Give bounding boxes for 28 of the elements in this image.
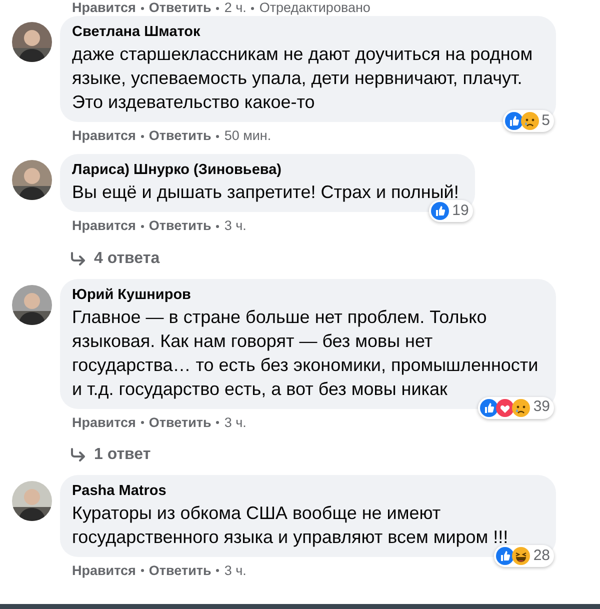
like-link[interactable]: Нравится <box>72 216 136 236</box>
reply-arrow-icon <box>70 252 86 266</box>
replies-link[interactable]: 4 ответа <box>70 246 160 270</box>
replies-link[interactable]: 1 ответ <box>70 442 151 467</box>
author-name[interactable]: Юрий Кушниров <box>72 284 544 304</box>
reaction-summary[interactable]: 5 <box>502 110 554 132</box>
author-name[interactable]: Pasha Matros <box>72 480 544 501</box>
timestamp-link[interactable]: 3 ч. <box>224 216 246 236</box>
timestamp-link[interactable]: 2 ч. <box>224 0 246 16</box>
reaction-summary[interactable]: 28 <box>494 544 554 567</box>
reply-link[interactable]: Ответить <box>148 216 212 236</box>
like-link[interactable]: Нравится <box>72 412 136 433</box>
timestamp-link[interactable]: 3 ч. <box>224 412 246 433</box>
reply-link[interactable]: Ответить <box>148 560 212 581</box>
reply-link[interactable]: Ответить <box>148 126 212 146</box>
reply-link[interactable]: Ответить <box>148 412 212 433</box>
author-name[interactable]: Светлана Шматок <box>72 22 544 42</box>
reaction-summary[interactable]: 19 <box>429 200 473 222</box>
like-link[interactable]: Нравится <box>72 560 136 581</box>
reaction-summary[interactable]: 39 <box>478 396 554 418</box>
timestamp-link[interactable]: 50 мин. <box>224 126 272 146</box>
edited-label: Отредактировано <box>259 0 370 16</box>
author-name[interactable]: Лариса) Шнурко (Зиновьева) <box>72 160 463 180</box>
reply-arrow-icon <box>70 448 86 462</box>
like-link[interactable]: Нравится <box>72 0 136 16</box>
like-link[interactable]: Нравится <box>72 126 136 146</box>
reply-link[interactable]: Ответить <box>148 0 212 16</box>
timestamp-link[interactable]: 3 ч. <box>224 560 246 581</box>
